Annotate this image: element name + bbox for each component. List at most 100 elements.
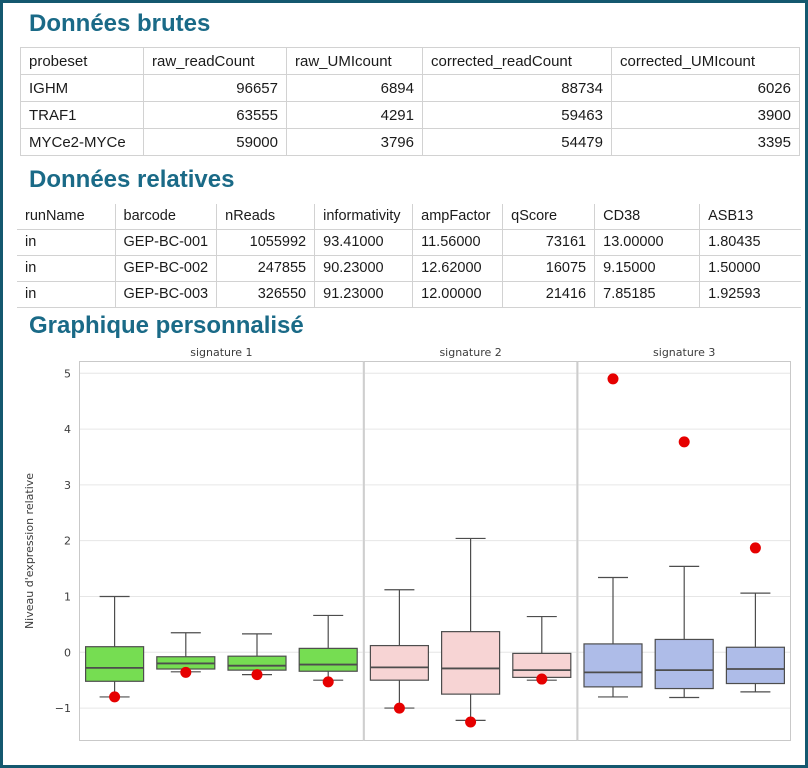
column-header: CD38 [595, 204, 700, 230]
header-row: runNamebarcodenReadsinformativityampFact… [17, 204, 801, 230]
table-row: IGHM966576894887346026 [21, 75, 800, 102]
outlier-dot [180, 667, 191, 678]
box-rect [442, 632, 500, 694]
column-header: probeset [21, 48, 144, 75]
y-tick-label: 0 [64, 646, 71, 659]
outlier-dot [536, 674, 547, 685]
table-cell: 326550 [217, 281, 315, 307]
panel-background [80, 362, 364, 741]
outlier-dot [394, 703, 405, 714]
outlier-dot [679, 437, 690, 448]
table-cell: 7.85185 [595, 281, 700, 307]
table-cell: 3796 [287, 129, 423, 156]
table-cell: 73161 [503, 229, 595, 255]
table-cell: 11.56000 [413, 229, 503, 255]
table-row: inGEP-BC-001105599293.4100011.5600073161… [17, 229, 801, 255]
y-axis-label: Niveau d'expression relative [23, 473, 36, 629]
section-title-custom-chart: Graphique personnalisé [29, 313, 805, 339]
box-rect [726, 647, 784, 683]
section-title-raw-data: Données brutes [29, 11, 805, 37]
y-tick-label: 4 [64, 423, 71, 436]
relative-data-table: runNamebarcodenReadsinformativityampFact… [17, 204, 801, 308]
facet-title: signature 3 [653, 346, 715, 359]
table-cell: TRAF1 [21, 102, 144, 129]
outlier-dot [608, 374, 619, 385]
table-cell: 1.80435 [700, 229, 801, 255]
table-cell: in [17, 255, 115, 281]
table-cell: 59000 [144, 129, 287, 156]
column-header: raw_UMIcount [287, 48, 423, 75]
table-cell: in [17, 229, 115, 255]
table-cell: 93.41000 [315, 229, 413, 255]
table-cell: 63555 [144, 102, 287, 129]
table-row: TRAF1635554291594633900 [21, 102, 800, 129]
table-cell: 96657 [144, 75, 287, 102]
table-cell: GEP-BC-003 [115, 281, 217, 307]
table-cell: IGHM [21, 75, 144, 102]
table-cell: 247855 [217, 255, 315, 281]
boxplot-svg: Niveau d'expression relative −1 0 1 2 3 4 5 sign… [19, 343, 801, 749]
facet-title: signature 1 [190, 346, 252, 359]
table-cell: 21416 [503, 281, 595, 307]
table-row: inGEP-BC-00224785590.2300012.62000160759… [17, 255, 801, 281]
outlier-dot [750, 543, 761, 554]
table-cell: 59463 [423, 102, 612, 129]
column-header: barcode [115, 204, 217, 230]
facet-panel: signature 1 [80, 346, 364, 741]
table-cell: 6894 [287, 75, 423, 102]
table-cell: 1055992 [217, 229, 315, 255]
table-cell: MYCe2-MYCe [21, 129, 144, 156]
box-rect [584, 644, 642, 687]
column-header: ampFactor [413, 204, 503, 230]
box-rect [370, 646, 428, 681]
y-tick-label: −1 [55, 702, 71, 715]
table-cell: 54479 [423, 129, 612, 156]
box-rect [299, 649, 357, 672]
column-header: qScore [503, 204, 595, 230]
table-cell: GEP-BC-001 [115, 229, 217, 255]
raw-data-table: probesetraw_readCountraw_UMIcountcorrect… [20, 47, 800, 156]
table-row: inGEP-BC-00332655091.2300012.00000214167… [17, 281, 801, 307]
table-cell: 88734 [423, 75, 612, 102]
table-cell: 13.00000 [595, 229, 700, 255]
table-cell: 3395 [612, 129, 800, 156]
box-rect [86, 647, 144, 682]
column-header: raw_readCount [144, 48, 287, 75]
table-cell: 12.62000 [413, 255, 503, 281]
table-cell: 6026 [612, 75, 800, 102]
y-tick-label: 1 [64, 591, 71, 604]
y-tick-label: 5 [64, 367, 71, 380]
table-cell: 12.00000 [413, 281, 503, 307]
report-window: Données brutes probesetraw_readCountraw_… [0, 0, 808, 768]
outlier-dot [109, 692, 120, 703]
table-cell: 91.23000 [315, 281, 413, 307]
column-header: informativity [315, 204, 413, 230]
table-cell: 4291 [287, 102, 423, 129]
column-header: nReads [217, 204, 315, 230]
boxplot-chart: Niveau d'expression relative −1 0 1 2 3 4 5 sign… [19, 343, 801, 749]
y-tick-label: 3 [64, 479, 71, 492]
box-rect [655, 640, 713, 689]
table-cell: GEP-BC-002 [115, 255, 217, 281]
facet-panel: signature 2 [364, 346, 577, 741]
section-title-relative-data: Données relatives [29, 167, 805, 193]
table-cell: 1.50000 [700, 255, 801, 281]
table-row: MYCe2-MYCe590003796544793395 [21, 129, 800, 156]
box-rect [228, 656, 286, 670]
table-cell: 16075 [503, 255, 595, 281]
outlier-dot [465, 717, 476, 728]
column-header: corrected_UMIcount [612, 48, 800, 75]
column-header: runName [17, 204, 115, 230]
table-cell: 9.15000 [595, 255, 700, 281]
column-header: ASB13 [700, 204, 801, 230]
header-row: probesetraw_readCountraw_UMIcountcorrect… [21, 48, 800, 75]
table-cell: in [17, 281, 115, 307]
column-header: corrected_readCount [423, 48, 612, 75]
outlier-dot [323, 677, 334, 688]
facet-panel: signature 3 [578, 346, 791, 741]
table-cell: 90.23000 [315, 255, 413, 281]
table-cell: 3900 [612, 102, 800, 129]
outlier-dot [252, 669, 263, 680]
y-tick-label: 2 [64, 535, 71, 548]
facet-title: signature 2 [439, 346, 501, 359]
